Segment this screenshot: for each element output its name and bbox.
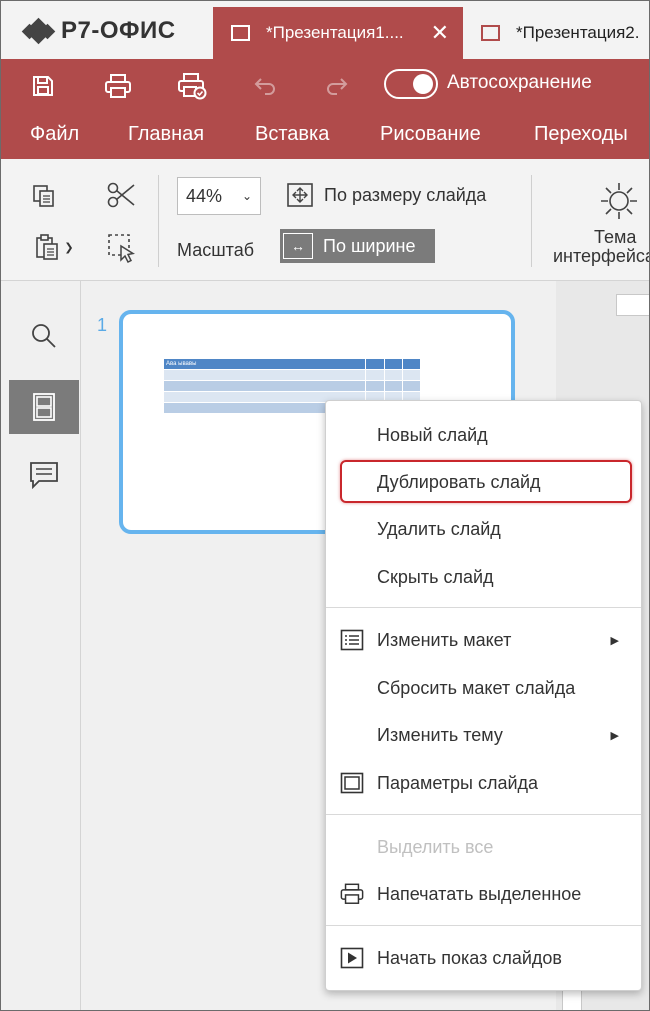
save-button[interactable]	[29, 71, 57, 101]
toolbar-divider	[531, 175, 532, 267]
submenu-arrow-icon: ▶	[610, 729, 619, 742]
comments-button[interactable]	[9, 448, 79, 502]
tab-title: *Презентация2.	[516, 23, 640, 42]
slides-icon	[33, 393, 55, 421]
copy-icon	[33, 185, 54, 207]
menu-divider	[326, 925, 641, 926]
redo-button[interactable]	[323, 71, 353, 101]
printer-icon	[105, 74, 131, 98]
tab-presentation-2[interactable]: *Презентация2.	[463, 7, 649, 59]
submenu-arrow-icon: ▶	[610, 634, 619, 647]
menu-item-start-slideshow[interactable]: Начать показ слайдов	[326, 935, 641, 981]
sun-icon[interactable]	[597, 179, 641, 223]
menu-item-print-selection[interactable]: Напечатать выделенное	[326, 871, 641, 917]
zoom-select[interactable]: 44% ⌄	[177, 177, 261, 215]
paste-icon	[36, 234, 59, 260]
tab-bar: Р7-ОФИС *Презентация1.... ✕ *Презентация…	[1, 1, 649, 59]
logo-mark-icon	[21, 17, 56, 45]
menu-item-change-layout[interactable]: Изменить макет ▶	[326, 617, 641, 663]
logo-text: Р7-ОФИС	[61, 17, 176, 44]
fit-slide-button[interactable]: По размеру слайда	[324, 185, 486, 206]
menu-item-delete-slide[interactable]: Удалить слайд	[326, 506, 641, 552]
search-icon	[32, 324, 56, 348]
left-rail	[1, 281, 81, 1010]
autosave-label: Автосохранение	[447, 72, 592, 93]
select-all-button[interactable]	[104, 231, 138, 265]
comment-icon	[30, 462, 58, 489]
horizontal-ruler	[616, 294, 649, 316]
app-window: Р7-ОФИС *Презентация1.... ✕ *Презентация…	[0, 0, 650, 1011]
quick-print-button[interactable]	[176, 71, 208, 101]
menu-item-hide-slide[interactable]: Скрыть слайд	[326, 554, 641, 600]
fit-width-label: По ширине	[323, 235, 416, 256]
slides-button[interactable]	[9, 380, 79, 434]
slide-settings-icon	[340, 771, 364, 795]
menu-draw[interactable]: Рисование	[380, 123, 481, 146]
close-icon[interactable]: ✕	[431, 22, 449, 44]
undo-icon	[254, 78, 275, 95]
play-icon	[340, 946, 364, 970]
copy-button[interactable]	[29, 181, 59, 211]
fit-slide-icon[interactable]	[285, 181, 315, 209]
theme-label-line2[interactable]: интерфейса	[553, 246, 649, 267]
selection-icon	[108, 234, 135, 264]
menu-home[interactable]: Главная	[128, 123, 204, 146]
fit-width-icon: ↔	[283, 233, 313, 259]
slide-number: 1	[97, 315, 108, 335]
search-button[interactable]	[9, 309, 79, 363]
cut-button[interactable]	[104, 179, 138, 211]
chevron-down-icon: ⌄	[241, 189, 252, 203]
printer-icon	[340, 882, 364, 906]
menu-item-reset-layout[interactable]: Сбросить макет слайда	[326, 665, 641, 711]
zoom-value: 44%	[186, 185, 223, 206]
paste-button[interactable]: ❯	[29, 231, 79, 263]
menu-item-slide-settings[interactable]: Параметры слайда	[326, 760, 641, 806]
menu-transitions[interactable]: Переходы	[534, 123, 628, 146]
highlight-frame	[340, 460, 632, 503]
chevron-down-icon: ❯	[64, 241, 74, 254]
menu-item-change-theme[interactable]: Изменить тему ▶	[326, 712, 641, 758]
presentation-icon	[231, 25, 250, 41]
app-logo: Р7-ОФИС	[21, 11, 176, 51]
save-icon	[33, 76, 53, 96]
theme-label[interactable]: Тема	[594, 227, 636, 248]
autosave-toggle[interactable]	[384, 69, 438, 99]
undo-button[interactable]	[249, 71, 279, 101]
table-header-cell: Ава ывавы	[162, 358, 367, 370]
zoom-label: Масштаб	[177, 240, 255, 260]
quick-print-icon	[178, 73, 207, 100]
menu-divider	[326, 607, 641, 608]
app-header: Автосохранение Файл Главная Вставка Рисо…	[1, 59, 649, 159]
presentation-icon	[481, 25, 500, 41]
toolbar-divider	[158, 175, 159, 267]
redo-icon	[327, 78, 348, 95]
print-button[interactable]	[103, 71, 133, 101]
menu-insert[interactable]: Вставка	[255, 123, 329, 146]
menu-item-new-slide[interactable]: Новый слайд	[326, 412, 641, 458]
menu-divider	[326, 814, 641, 815]
menu-item-select-all: Выделить все	[377, 836, 494, 857]
tab-presentation-1[interactable]: *Презентация1.... ✕	[213, 7, 463, 59]
fit-width-button[interactable]: ↔ По ширине	[280, 229, 435, 263]
tab-title: *Презентация1....	[266, 23, 404, 42]
menu-file[interactable]: Файл	[30, 123, 79, 146]
scissors-icon	[107, 182, 135, 208]
layout-icon	[340, 628, 364, 652]
